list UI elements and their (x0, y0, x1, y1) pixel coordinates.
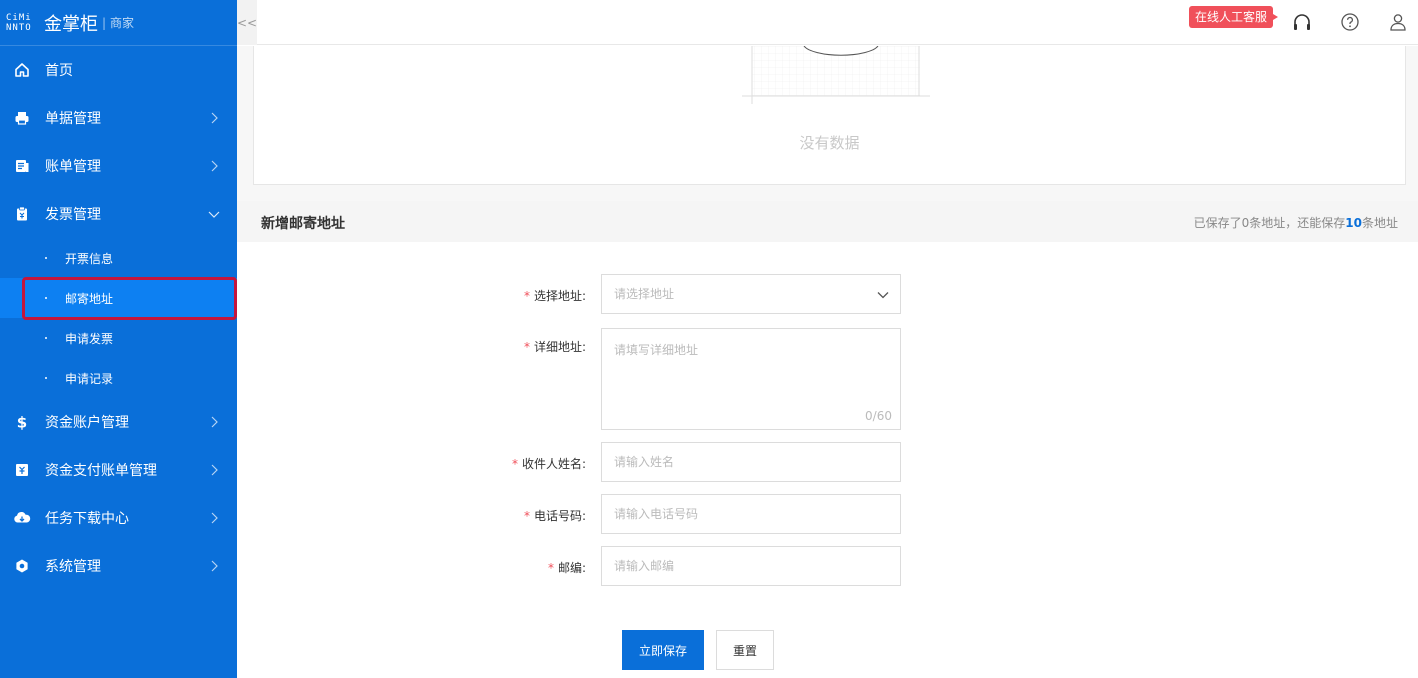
chevron-right-icon (211, 464, 218, 476)
sidebar-item-label: 首页 (45, 63, 73, 79)
top-header: << 在线人工客服 (237, 0, 1418, 45)
user-icon[interactable] (1387, 11, 1409, 33)
brand-logo[interactable]: CiMi NNTO 金掌柜 | 商家 (0, 0, 237, 46)
brand-separator: | (102, 15, 107, 30)
sidebar-item-fund-accounts[interactable]: $ 资金账户管理 (0, 398, 237, 446)
sidebar-item-fund-payment-bills[interactable]: 资金支付账单管理 (0, 446, 237, 494)
sidebar-item-label: 账单管理 (45, 159, 101, 175)
remaining-count: 10 (1345, 216, 1362, 230)
sidebar-subitem-label: 邮寄地址 (65, 291, 114, 306)
sidebar-subitem-apply-records[interactable]: 申请记录 (0, 358, 237, 398)
svg-text:$: $ (17, 414, 27, 430)
sidebar-menu: 首页 单据管理 账单管理 发票管理 开票信息 邮寄地址 申请发票 申请记录 $ … (0, 46, 237, 590)
empty-state-panel: 没有数据 (253, 46, 1406, 185)
bullet-dot (45, 377, 47, 379)
save-button[interactable]: 立即保存 (622, 630, 704, 670)
sidebar-item-label: 发票管理 (45, 207, 101, 223)
sidebar-item-home[interactable]: 首页 (0, 46, 237, 94)
chevron-down-icon (208, 211, 220, 218)
sidebar: CiMi NNTO 金掌柜 | 商家 首页 单据管理 账单管理 发票管理 开票信… (0, 0, 237, 678)
address-select[interactable]: 请选择地址 (601, 274, 901, 314)
online-service-badge[interactable]: 在线人工客服 (1189, 6, 1279, 28)
saved-address-info: 已保存了0条地址，还能保存10条地址 (1193, 216, 1398, 230)
sidebar-subitem-mailing-address[interactable]: 邮寄地址 (0, 278, 237, 318)
chevron-right-icon (211, 160, 218, 172)
select-placeholder: 请选择地址 (614, 287, 675, 301)
chevron-right-icon (211, 416, 218, 428)
sidebar-item-bills[interactable]: 账单管理 (0, 142, 237, 190)
sidebar-item-label: 单据管理 (45, 111, 101, 127)
postcode-input[interactable]: 请输入邮编 (601, 546, 901, 586)
address-form: * 选择地址: 请选择地址 * 详细地址: 请填写详细地址 0/60 * 收件人姓名:… (237, 242, 1418, 678)
payment-bill-icon (13, 461, 31, 479)
sidebar-item-label: 资金账户管理 (45, 415, 129, 431)
sidebar-collapse-button[interactable]: << (237, 0, 257, 45)
sidebar-subitem-label: 申请发票 (65, 331, 114, 346)
chevron-down-icon (877, 292, 889, 299)
chevron-right-icon (211, 512, 218, 524)
field-label: * 选择地址: (523, 289, 586, 303)
sidebar-item-label: 资金支付账单管理 (45, 463, 157, 479)
main-content: 没有数据 新增邮寄地址 已保存了0条地址，还能保存10条地址 * 选择地址: 请选… (237, 46, 1418, 678)
brand-name: 金掌柜 (44, 13, 98, 35)
char-counter: 0/60 (865, 409, 892, 423)
sidebar-subitem-apply-invoice[interactable]: 申请发票 (0, 318, 237, 358)
sidebar-item-system-settings[interactable]: 系统管理 (0, 542, 237, 590)
section-header: 新增邮寄地址 已保存了0条地址，还能保存10条地址 (237, 201, 1418, 242)
sidebar-item-invoices[interactable]: 发票管理 (0, 190, 237, 238)
sidebar-subitem-label: 开票信息 (65, 251, 114, 266)
recipient-name-input[interactable]: 请输入姓名 (601, 442, 901, 482)
bill-icon (13, 157, 31, 175)
settings-icon (13, 557, 31, 575)
sidebar-item-download-center[interactable]: 任务下载中心 (0, 494, 237, 542)
printer-icon (13, 109, 31, 127)
invoice-icon (13, 205, 31, 223)
field-label: * 详细地址: (523, 340, 586, 354)
chevron-right-icon (211, 560, 218, 572)
field-label: * 邮编: (547, 561, 586, 575)
help-icon[interactable] (1339, 11, 1361, 33)
detail-address-textarea[interactable]: 请填写详细地址 0/60 (601, 328, 901, 430)
sidebar-subitem-invoice-info[interactable]: 开票信息 (0, 238, 237, 278)
bullet-dot (45, 257, 47, 259)
sidebar-item-label: 任务下载中心 (45, 511, 129, 527)
cloud-download-icon (13, 509, 31, 527)
logo-mark-icon: CiMi NNTO (6, 12, 32, 33)
sidebar-subitem-label: 申请记录 (65, 371, 114, 386)
dollar-icon: $ (13, 413, 31, 431)
phone-input[interactable]: 请输入电话号码 (601, 494, 901, 534)
bullet-dot (45, 337, 47, 339)
section-title: 新增邮寄地址 (261, 216, 345, 232)
sidebar-item-label: 系统管理 (45, 559, 101, 575)
sidebar-item-documents[interactable]: 单据管理 (0, 94, 237, 142)
bullet-dot (45, 297, 47, 299)
home-icon (13, 61, 31, 79)
brand-role: 商家 (110, 16, 135, 30)
chevron-right-icon (211, 112, 218, 124)
field-label: * 电话号码: (523, 509, 586, 523)
reset-button[interactable]: 重置 (716, 630, 774, 670)
empty-state-text: 没有数据 (799, 134, 860, 152)
empty-state-illustration (742, 46, 930, 104)
textarea-placeholder: 请填写详细地址 (614, 343, 699, 357)
field-label: * 收件人姓名: (511, 457, 586, 471)
headset-icon[interactable] (1291, 11, 1313, 33)
